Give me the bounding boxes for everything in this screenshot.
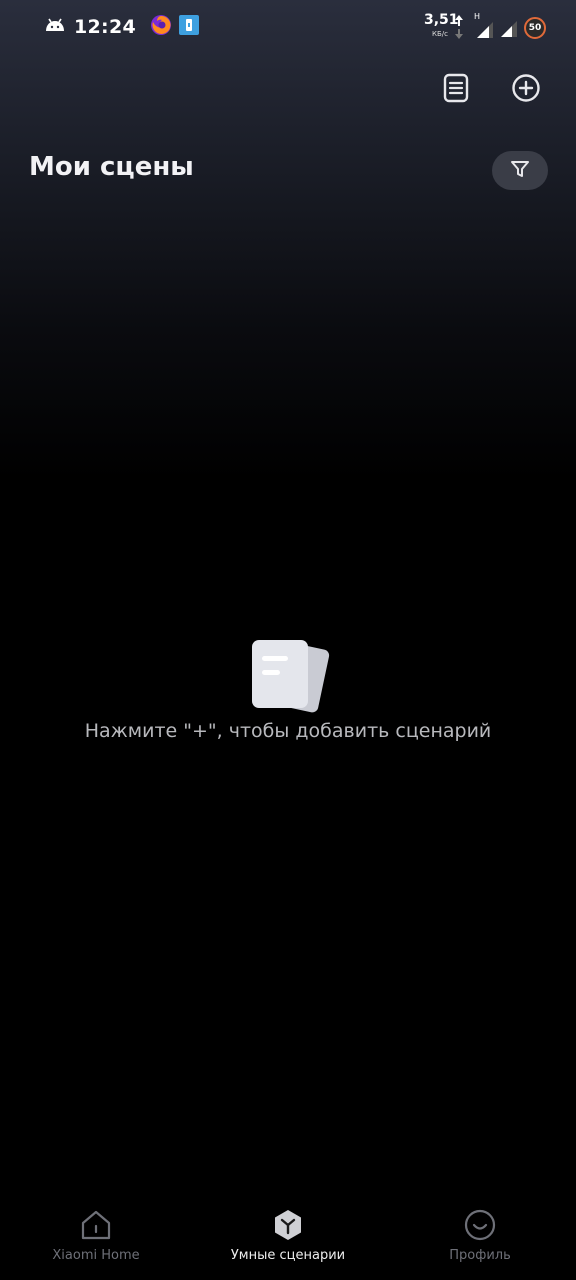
signal-icon bbox=[500, 20, 518, 42]
nav-item-xiaomi-home[interactable]: Xiaomi Home bbox=[0, 1190, 192, 1280]
header-actions bbox=[440, 72, 542, 108]
bottom-navigation: Xiaomi Home Умные сценарии Профиль bbox=[0, 1190, 576, 1280]
network-type: H bbox=[474, 12, 481, 21]
nav-item-smart-scenes[interactable]: Умные сценарии bbox=[192, 1190, 384, 1280]
notification-app-icon bbox=[178, 14, 200, 40]
signal-icon bbox=[476, 21, 494, 43]
log-button[interactable] bbox=[440, 72, 472, 108]
profile-icon bbox=[463, 1208, 497, 1246]
smart-scenes-icon bbox=[271, 1208, 305, 1246]
status-bar-left: 12:24 bbox=[44, 14, 200, 40]
net-speed: 3,51 КБ/с bbox=[424, 12, 468, 44]
home-icon bbox=[79, 1208, 113, 1246]
status-bar: 12:24 3,51 КБ/с H 50 bbox=[0, 0, 576, 56]
signal-1: H bbox=[474, 12, 494, 43]
firefox-icon bbox=[150, 14, 172, 40]
nav-label-xiaomi-home: Xiaomi Home bbox=[52, 1248, 140, 1263]
battery-icon: 50 bbox=[524, 17, 546, 39]
empty-documents-icon bbox=[0, 636, 576, 716]
status-bar-right: 3,51 КБ/с H 50 bbox=[424, 12, 546, 44]
add-scene-button[interactable] bbox=[510, 72, 542, 108]
nav-item-profile[interactable]: Профиль bbox=[384, 1190, 576, 1280]
page-title: Мои сцены bbox=[29, 152, 194, 182]
upload-arrow-icon bbox=[454, 14, 464, 44]
empty-state: Нажмите "+", чтобы добавить сценарий bbox=[0, 636, 576, 742]
add-icon bbox=[511, 73, 541, 107]
filter-icon bbox=[509, 158, 531, 184]
nav-label-profile: Профиль bbox=[449, 1248, 511, 1263]
filter-button[interactable] bbox=[492, 151, 548, 190]
smart-scenes-screen: 12:24 3,51 КБ/с H 50 Мои сцены Нажмите "… bbox=[0, 0, 576, 1280]
net-speed-unit: КБ/с bbox=[432, 30, 448, 38]
android-icon bbox=[44, 17, 66, 37]
status-time: 12:24 bbox=[74, 16, 136, 38]
nav-label-smart-scenes: Умные сценарии bbox=[230, 1248, 346, 1263]
log-icon bbox=[442, 73, 470, 107]
empty-state-message: Нажмите "+", чтобы добавить сценарий bbox=[84, 720, 492, 742]
